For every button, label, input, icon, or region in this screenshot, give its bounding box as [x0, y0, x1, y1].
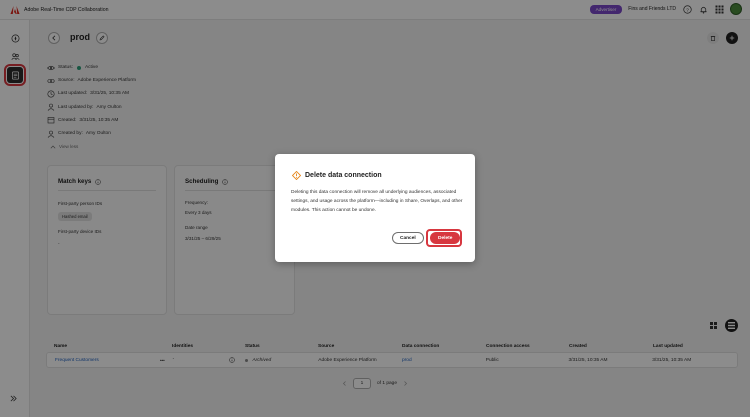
- delete-button-highlight: Delete: [426, 229, 462, 247]
- cancel-button[interactable]: Cancel: [392, 232, 424, 244]
- confirm-delete-button[interactable]: Delete: [430, 232, 461, 244]
- delete-connection-dialog: Delete data connection Deleting this dat…: [275, 154, 475, 262]
- alert-diamond-icon: [292, 171, 301, 180]
- dialog-header: Delete data connection: [292, 171, 382, 180]
- dialog-title: Delete data connection: [305, 172, 382, 179]
- dialog-body: Deleting this data connection will remov…: [291, 190, 463, 213]
